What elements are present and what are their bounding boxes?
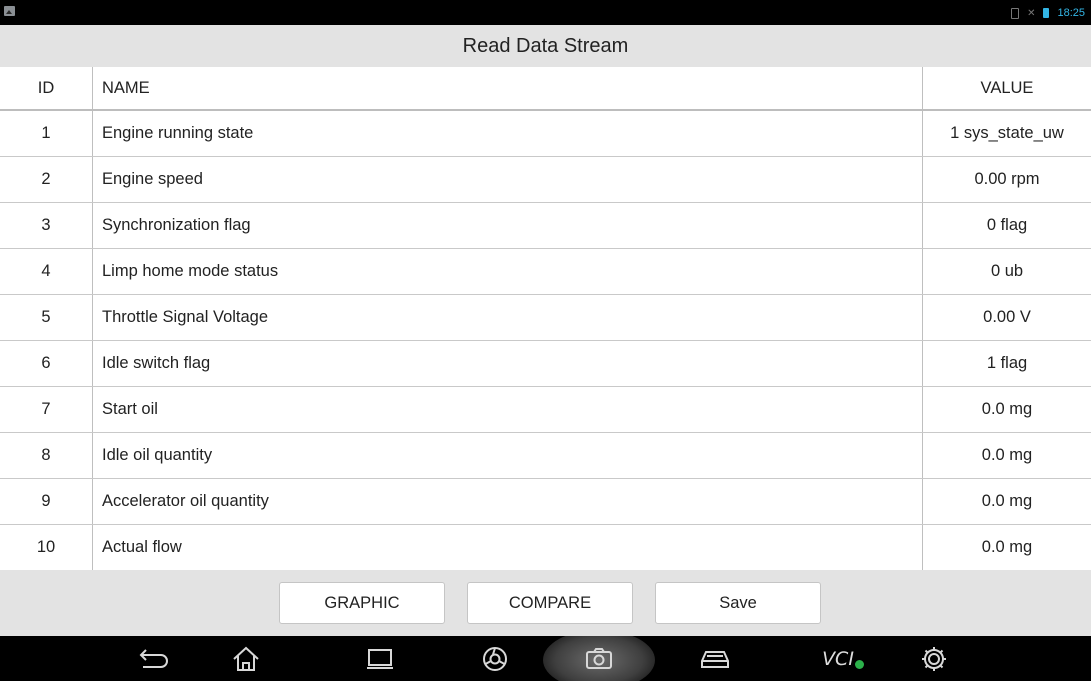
row-value: 0.0 mg bbox=[922, 524, 1091, 571]
table-row[interactable]: 9 Accelerator oil quantity 0.0 mg bbox=[0, 478, 1091, 525]
settings-icon[interactable] bbox=[914, 641, 954, 677]
row-value: 0.00 V bbox=[922, 294, 1091, 341]
back-icon[interactable] bbox=[133, 641, 173, 677]
column-header-value: VALUE bbox=[922, 67, 1091, 111]
row-id: 3 bbox=[0, 202, 93, 249]
car-icon[interactable] bbox=[695, 641, 735, 677]
navigation-bar: VCI bbox=[0, 636, 1091, 681]
row-id: 10 bbox=[0, 524, 93, 571]
row-id: 4 bbox=[0, 248, 93, 295]
browser-icon[interactable] bbox=[475, 641, 515, 677]
sim-icon bbox=[1011, 7, 1020, 19]
row-id: 9 bbox=[0, 478, 93, 525]
action-button-bar: GRAPHIC COMPARE Save bbox=[0, 570, 1091, 636]
table-row[interactable]: 5 Throttle Signal Voltage 0.00 V bbox=[0, 294, 1091, 341]
row-id: 7 bbox=[0, 386, 93, 433]
table-row[interactable]: 6 Idle switch flag 1 flag bbox=[0, 340, 1091, 387]
mute-icon: ✕ bbox=[1027, 7, 1036, 19]
save-button[interactable]: Save bbox=[655, 582, 821, 624]
data-stream-table: ID NAME VALUE 1 Engine running state 1 s… bbox=[0, 67, 1091, 581]
row-value: 0 flag bbox=[922, 202, 1091, 249]
camera-icon[interactable] bbox=[579, 641, 619, 677]
table-row[interactable]: 1 Engine running state 1 sys_state_uw bbox=[0, 110, 1091, 157]
row-value: 0.0 mg bbox=[922, 478, 1091, 525]
status-indicators: ✕ 18:25 bbox=[1011, 5, 1085, 21]
column-header-id: ID bbox=[0, 67, 93, 111]
page-title-bar: Read Data Stream bbox=[0, 25, 1091, 67]
table-row[interactable]: 4 Limp home mode status 0 ub bbox=[0, 248, 1091, 295]
image-icon bbox=[4, 6, 15, 16]
status-time: 18:25 bbox=[1057, 7, 1085, 19]
row-name: Engine speed bbox=[92, 156, 923, 203]
graphic-button[interactable]: GRAPHIC bbox=[279, 582, 445, 624]
vci-icon[interactable]: VCI bbox=[812, 641, 864, 677]
row-value: 1 flag bbox=[922, 340, 1091, 387]
row-name: Limp home mode status bbox=[92, 248, 923, 295]
row-name: Start oil bbox=[92, 386, 923, 433]
row-id: 1 bbox=[0, 110, 93, 157]
row-value: 0.00 rpm bbox=[922, 156, 1091, 203]
table-row[interactable]: 7 Start oil 0.0 mg bbox=[0, 386, 1091, 433]
vci-label: VCI bbox=[822, 648, 864, 670]
row-value: 0.0 mg bbox=[922, 386, 1091, 433]
row-value: 1 sys_state_uw bbox=[922, 110, 1091, 157]
row-id: 6 bbox=[0, 340, 93, 387]
recent-apps-icon[interactable] bbox=[360, 641, 400, 677]
home-icon[interactable] bbox=[226, 641, 266, 677]
table-row[interactable]: 3 Synchronization flag 0 flag bbox=[0, 202, 1091, 249]
row-id: 2 bbox=[0, 156, 93, 203]
row-value: 0 ub bbox=[922, 248, 1091, 295]
table-header-row: ID NAME VALUE bbox=[0, 67, 1091, 111]
row-name: Actual flow bbox=[92, 524, 923, 571]
row-name: Idle oil quantity bbox=[92, 432, 923, 479]
vci-status-dot bbox=[854, 660, 864, 669]
row-name: Synchronization flag bbox=[92, 202, 923, 249]
status-bar: ✕ 18:25 bbox=[0, 0, 1091, 25]
battery-icon bbox=[1043, 8, 1050, 18]
row-name: Engine running state bbox=[92, 110, 923, 157]
column-header-name: NAME bbox=[92, 67, 923, 111]
table-row[interactable]: 8 Idle oil quantity 0.0 mg bbox=[0, 432, 1091, 479]
row-id: 8 bbox=[0, 432, 93, 479]
compare-button[interactable]: COMPARE bbox=[467, 582, 633, 624]
row-value: 0.0 mg bbox=[922, 432, 1091, 479]
table-row[interactable]: 2 Engine speed 0.00 rpm bbox=[0, 156, 1091, 203]
page-title: Read Data Stream bbox=[462, 34, 629, 57]
row-name: Idle switch flag bbox=[92, 340, 923, 387]
table-row[interactable]: 10 Actual flow 0.0 mg bbox=[0, 524, 1091, 571]
row-name: Accelerator oil quantity bbox=[92, 478, 923, 525]
row-name: Throttle Signal Voltage bbox=[92, 294, 923, 341]
row-id: 5 bbox=[0, 294, 93, 341]
vci-text: VCI bbox=[822, 648, 854, 670]
